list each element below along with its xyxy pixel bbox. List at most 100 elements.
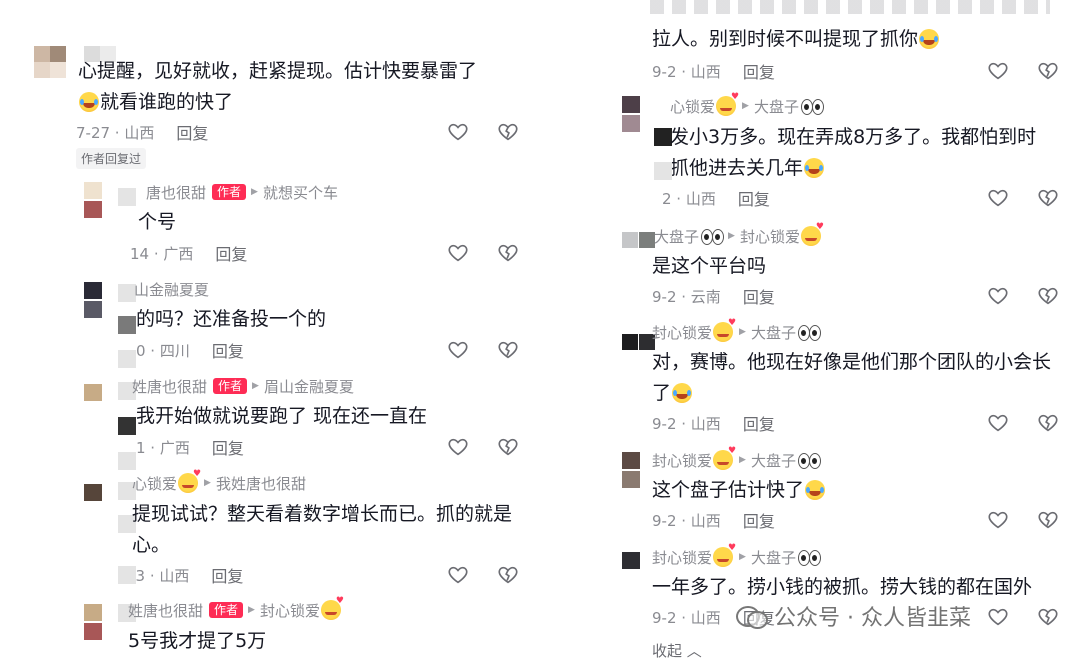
comment-text: 是这个平台吗 [652,255,767,277]
reply-target-name[interactable]: 大盘子 [754,96,799,117]
reply-button[interactable]: 回复 [743,411,775,435]
broken-heart-icon[interactable] [497,121,519,143]
reply-arrow-icon: ▶ [742,101,749,111]
eyes-emoji [797,325,821,341]
reply-target-name[interactable]: 大盘子 [751,547,796,568]
reply-button[interactable]: 回复 [743,284,775,308]
name-mask [654,162,672,180]
author-badge: 作者 [213,378,248,394]
smiling-face-with-hearts-emoji [713,318,736,342]
commenter-name[interactable]: 姓唐也很甜 [132,376,207,397]
reply-arrow-icon: ▶ [739,327,746,337]
author-replied-tag: 作者回复过 [76,148,147,169]
comment-date: 1 · 广西 [136,438,190,457]
comment-text: 5号我才提了5万 [128,630,267,652]
comment-text: 这个盘子估计快了 [652,479,805,501]
heart-outline-icon[interactable] [447,564,469,586]
broken-heart-icon[interactable] [1037,412,1059,434]
heart-outline-icon[interactable] [987,187,1009,209]
smiling-face-with-hearts-emoji [178,469,201,493]
broken-heart-icon[interactable] [1037,509,1059,531]
name-mask [118,566,136,584]
avatar [622,232,656,250]
reply-target-name[interactable]: 大盘子 [751,450,796,471]
reply-target-name[interactable]: 大盘子 [751,322,796,343]
avatar [84,282,102,318]
comment-date: 7-27 · 山西 [76,123,155,142]
eyes-emoji [701,229,725,245]
reply-target-name[interactable]: 我姓唐也很甜 [216,473,306,494]
name-mask [118,316,136,334]
avatar [622,96,640,132]
comment-text: 抓他进去关几年 [670,157,804,179]
commenter-name[interactable]: 封心锁爱 [652,322,712,343]
comment-text: 一年多了。捞小钱的被抓。捞大钱的都在国外 [652,576,1033,598]
heart-outline-icon[interactable] [447,121,469,143]
reply-button[interactable]: 回复 [738,186,770,210]
broken-heart-icon[interactable] [1037,285,1059,307]
reply-button[interactable]: 回复 [211,563,243,587]
broken-heart-icon[interactable] [497,436,519,458]
commenter-name[interactable]: 姓唐也很甜 [128,600,203,621]
reply-arrow-icon: ▶ [739,552,746,562]
reply-button[interactable]: 回复 [743,59,775,83]
reply-button[interactable]: 回复 [212,338,244,362]
heart-outline-icon[interactable] [987,509,1009,531]
avatar [622,334,656,352]
commenter-name[interactable]: 大盘子 [654,226,699,247]
reply-target-name[interactable]: 眉山金融夏夏 [264,376,354,397]
collapse-button[interactable]: 收起 ︿ [652,640,702,660]
reply-button[interactable]: 回复 [176,120,208,144]
eyes-emoji [797,453,821,469]
broken-heart-icon[interactable] [497,242,519,264]
comment-text: 发小3万多。现在弄成8万多了。我都怕到时 [670,126,1037,148]
reply-target-name[interactable]: 就想买个车 [263,182,338,203]
reply-button[interactable]: 回复 [212,435,244,459]
smiling-face-with-hearts-emoji [713,446,736,470]
comment-text: 就看谁跑的快了 [100,91,234,113]
collapse-label: 收起 [652,642,683,660]
comment-text: 拉人。别到时候不叫提现了抓你 [652,28,919,50]
tears-of-joy-emoji [919,29,940,49]
avatar [34,46,74,86]
comment-text: 我开始做就说要跑了 现在还一直在 [136,405,428,427]
heart-outline-icon[interactable] [447,242,469,264]
tears-of-joy-emoji [79,92,99,112]
right-comment-panel: 拉人。别到时候不叫提现了抓你 9-2 · 山西 回复 心锁爱 ▶ 大盘子 发小3… [600,0,1080,660]
heart-outline-icon[interactable] [447,339,469,361]
broken-heart-icon[interactable] [497,564,519,586]
left-comment-panel: 心提醒，见好就收，赶紧提现。估计快要暴雷了 就看谁跑的快了 7-27 · 山西 … [0,0,560,660]
heart-outline-icon[interactable] [987,60,1009,82]
comment-text: 个号 [138,211,177,233]
reply-target-name[interactable]: 封心锁爱 [740,226,800,247]
heart-outline-icon[interactable] [987,412,1009,434]
commenter-name[interactable]: 心锁爱 [670,96,715,117]
avatar [84,484,102,520]
avatar [622,552,640,588]
heart-outline-icon[interactable] [447,436,469,458]
heart-outline-icon[interactable] [987,285,1009,307]
comment-text: 了 [652,382,672,404]
commenter-name[interactable]: 唐也很甜 [146,182,206,203]
smiling-face-with-hearts-emoji [713,543,736,567]
avatar [84,182,102,218]
reply-button[interactable]: 回复 [743,508,775,532]
broken-heart-icon[interactable] [1037,60,1059,82]
heart-outline-icon[interactable] [987,606,1009,628]
reply-target-name[interactable]: 封心锁爱 [260,600,320,621]
commenter-name[interactable]: 封心锁爱 [652,450,712,471]
reply-button[interactable]: 回复 [215,241,247,265]
author-badge: 作者 [212,184,247,200]
commenter-name[interactable]: 心锁爱 [132,473,177,494]
commenter-name[interactable]: 山金融夏夏 [134,279,209,300]
smiling-face-with-hearts-emoji [716,92,739,116]
commenter-name[interactable]: 封心锁爱 [652,547,712,568]
tears-of-joy-emoji [804,158,825,178]
watermark: 公众号 · 众人皆韭菜 [736,600,971,632]
broken-heart-icon[interactable] [497,339,519,361]
smiling-face-with-hearts-emoji [800,222,824,246]
reply-arrow-icon: ▶ [739,455,746,465]
broken-heart-icon[interactable] [1037,606,1059,628]
avatar [84,384,102,420]
broken-heart-icon[interactable] [1037,187,1059,209]
